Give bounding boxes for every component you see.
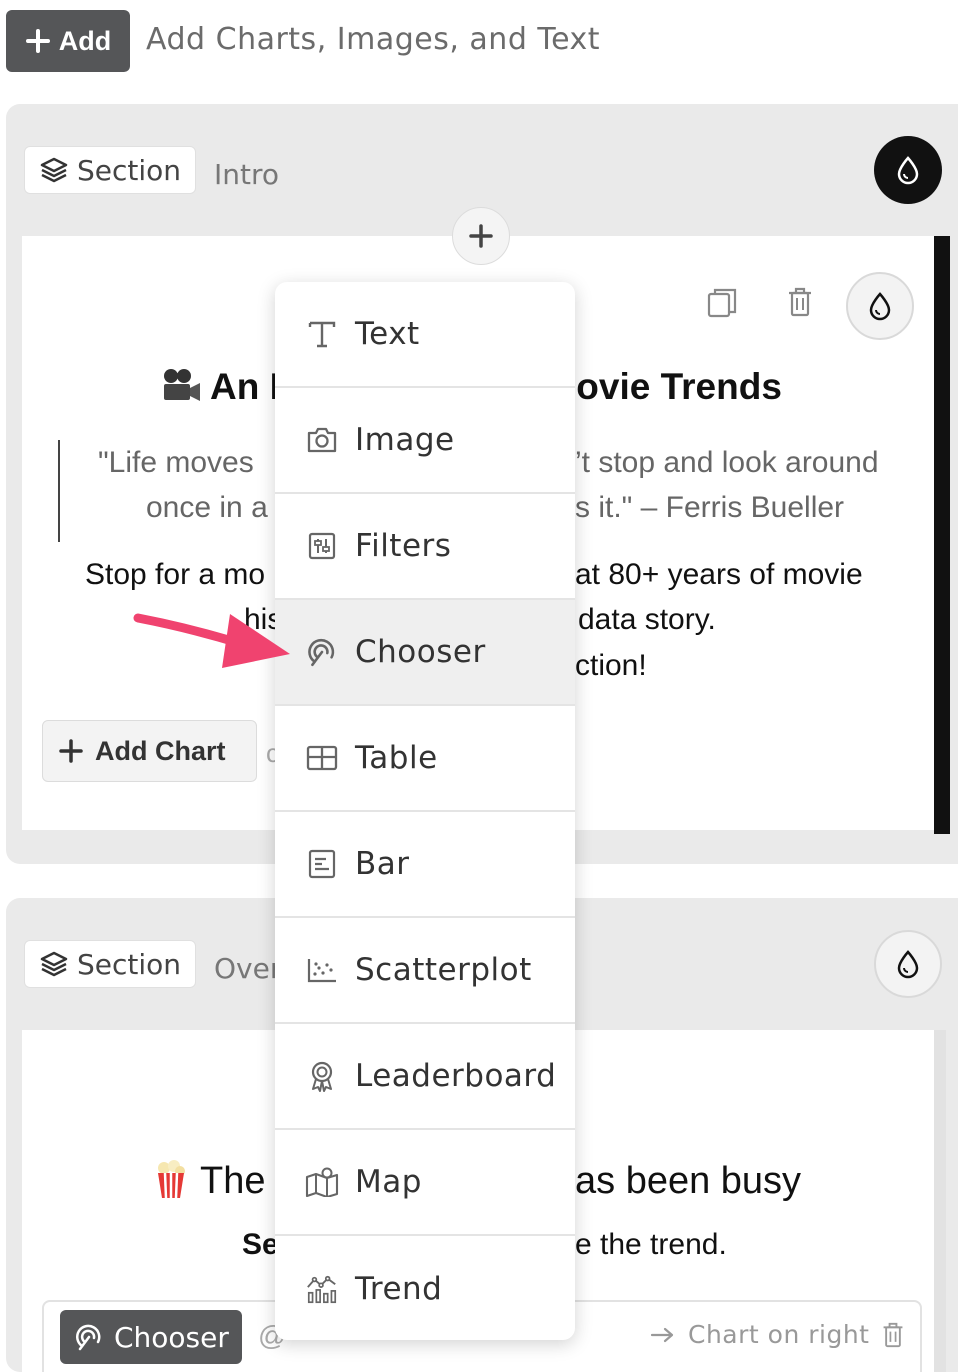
chart-on-right-toggle[interactable]: Chart on right bbox=[650, 1320, 905, 1349]
menu-item-label: Bar bbox=[355, 846, 410, 882]
pointer-arrow-icon bbox=[133, 613, 290, 668]
table-icon bbox=[305, 741, 339, 775]
overview-subtitle-left: Se bbox=[242, 1228, 279, 1261]
quote-line2-left: once in a bbox=[146, 491, 268, 524]
section-name[interactable]: Over bbox=[214, 952, 281, 985]
scatterplot-icon bbox=[305, 953, 339, 987]
leaderboard-icon bbox=[305, 1059, 339, 1093]
intro-body-line2-right: data story. bbox=[578, 603, 716, 636]
add-chart-button[interactable]: Add Chart bbox=[42, 720, 257, 782]
chooser-icon bbox=[75, 1324, 101, 1351]
menu-item-image[interactable]: Image bbox=[275, 388, 575, 494]
quote-line1-left: "Life moves bbox=[98, 446, 254, 479]
chooser-icon bbox=[305, 635, 339, 669]
menu-item-label: Map bbox=[355, 1164, 422, 1200]
overview-title-right: as been busy bbox=[575, 1160, 802, 1202]
section-pill-label: Section bbox=[77, 153, 182, 187]
add-hint-text: Add Charts, Images, and Text bbox=[146, 22, 601, 57]
section-pill[interactable]: Section bbox=[24, 940, 197, 988]
quote-line1-right: ’t stop and look around bbox=[575, 446, 879, 479]
quote-bar bbox=[58, 440, 60, 542]
filters-icon bbox=[305, 529, 339, 563]
chart-on-right-label: Chart on right bbox=[688, 1320, 870, 1349]
section-style-button[interactable] bbox=[874, 136, 942, 204]
droplet-icon bbox=[897, 156, 919, 185]
menu-item-bar[interactable]: Bar bbox=[275, 812, 575, 918]
droplet-icon bbox=[897, 950, 919, 979]
menu-item-text[interactable]: Text bbox=[275, 282, 575, 388]
menu-item-label: Trend bbox=[355, 1271, 443, 1307]
add-button-label: Add bbox=[58, 25, 112, 56]
menu-item-label: Scatterplot bbox=[355, 952, 532, 988]
menu-item-label: Table bbox=[355, 740, 438, 776]
menu-item-label: Leaderboard bbox=[355, 1058, 557, 1094]
layers-icon bbox=[40, 951, 68, 977]
plus-icon bbox=[469, 224, 493, 248]
card-scrollbar[interactable] bbox=[934, 236, 950, 834]
section-pill-label: Section bbox=[77, 947, 182, 981]
menu-item-label: Text bbox=[355, 316, 420, 352]
intro-title-right: lovie Trends bbox=[566, 366, 782, 407]
section-style-button[interactable] bbox=[874, 930, 942, 998]
droplet-icon bbox=[869, 292, 891, 321]
intro-body-line1-left: Stop for a mo bbox=[85, 558, 266, 591]
text-icon bbox=[305, 317, 339, 351]
menu-item-trend[interactable]: Trend bbox=[275, 1236, 575, 1340]
plus-icon bbox=[59, 739, 83, 763]
section-pill[interactable]: Section bbox=[24, 146, 197, 194]
trash-icon[interactable] bbox=[881, 1321, 905, 1349]
plus-icon bbox=[25, 29, 50, 53]
layers-icon bbox=[40, 157, 68, 183]
card-style-button[interactable] bbox=[846, 272, 914, 340]
intro-body-line3-right: ction! bbox=[575, 649, 647, 682]
map-icon bbox=[305, 1165, 339, 1199]
add-button[interactable]: Add bbox=[6, 10, 130, 72]
insert-block-button[interactable] bbox=[452, 207, 510, 265]
menu-item-leaderboard[interactable]: Leaderboard bbox=[275, 1024, 575, 1130]
intro-body-line1-right: at 80+ years of movie bbox=[575, 558, 863, 591]
popcorn-icon bbox=[154, 1160, 188, 1200]
section-name[interactable]: Intro bbox=[214, 158, 279, 191]
movie-camera-icon bbox=[160, 366, 202, 406]
menu-item-table[interactable]: Table bbox=[275, 706, 575, 812]
chooser-button[interactable]: Chooser bbox=[60, 1310, 242, 1364]
camera-icon bbox=[305, 423, 339, 457]
menu-item-label: Image bbox=[355, 422, 455, 458]
overview-title-left: The bbox=[200, 1160, 266, 1202]
trend-icon bbox=[305, 1272, 339, 1306]
add-chart-label: Add Chart bbox=[95, 735, 226, 766]
card-scrollbar[interactable] bbox=[934, 1030, 946, 1372]
menu-item-chooser[interactable]: Chooser bbox=[275, 600, 575, 706]
menu-item-filters[interactable]: Filters bbox=[275, 494, 575, 600]
menu-item-map[interactable]: Map bbox=[275, 1130, 575, 1236]
arrow-right-icon bbox=[650, 1327, 674, 1342]
menu-item-scatterplot[interactable]: Scatterplot bbox=[275, 918, 575, 1024]
copy-icon[interactable] bbox=[706, 286, 738, 320]
bar-icon bbox=[305, 847, 339, 881]
quote-line2-right: s it." – Ferris Bueller bbox=[575, 491, 845, 524]
trash-icon[interactable] bbox=[786, 286, 814, 318]
overview-subtitle-right: e the trend. bbox=[575, 1228, 727, 1261]
chooser-button-label: Chooser bbox=[114, 1320, 229, 1354]
menu-item-label: Chooser bbox=[355, 634, 486, 670]
insert-menu: Text Image Filters Chooser Table Bar Sca… bbox=[275, 282, 575, 1340]
intro-title-left: An I bbox=[210, 366, 280, 407]
menu-item-label: Filters bbox=[355, 528, 452, 564]
